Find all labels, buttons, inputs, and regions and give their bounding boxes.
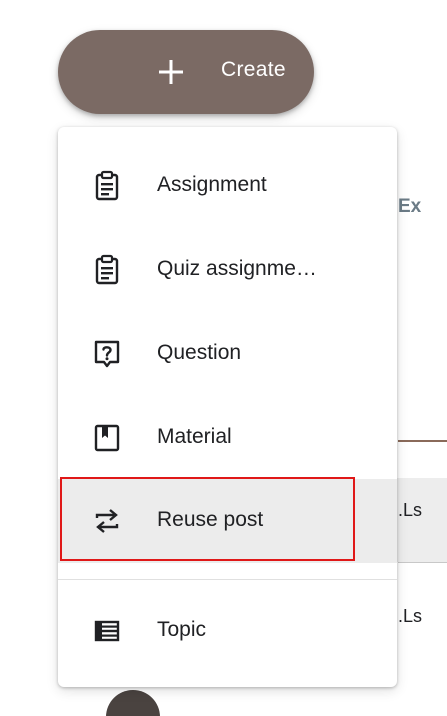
assignment-icon — [95, 170, 119, 201]
create-button[interactable]: Create — [58, 30, 314, 114]
background-row-divider — [398, 562, 447, 563]
menu-item-label: Assignment — [157, 173, 267, 196]
material-icon — [94, 424, 120, 452]
background-divider — [398, 440, 447, 442]
background-row-fragment: .Ls — [398, 606, 423, 626]
avatar[interactable] — [106, 690, 160, 716]
menu-item-assignment[interactable]: Assignment — [58, 144, 397, 228]
menu-item-label: Question — [157, 341, 242, 364]
classwork-page: Ex .Ls .Ls Create Assignment Quiz assign… — [0, 0, 447, 716]
menu-item-topic[interactable]: Topic — [58, 589, 397, 673]
question-icon — [94, 340, 120, 368]
reuse-post-icon — [95, 509, 119, 533]
menu-item-question[interactable]: Question — [58, 312, 397, 396]
menu-item-label: Reuse post — [157, 508, 264, 531]
plus-icon — [159, 60, 183, 84]
menu-divider — [58, 579, 397, 580]
background-header-fragment: Ex — [398, 196, 422, 217]
menu-item-label: Topic — [157, 618, 207, 641]
topic-icon — [94, 620, 120, 642]
quiz-assignment-icon — [95, 254, 119, 285]
menu-item-reuse-post[interactable]: Reuse post — [58, 479, 397, 563]
create-menu: Assignment Quiz assignme… Question Mater… — [58, 127, 397, 687]
menu-item-label: Material — [157, 425, 232, 448]
background-row-fragment: .Ls — [398, 500, 423, 520]
menu-item-label: Quiz assignme… — [157, 257, 317, 280]
create-button-label: Create — [221, 58, 286, 81]
menu-item-material[interactable]: Material — [58, 396, 397, 480]
menu-item-quiz-assignment[interactable]: Quiz assignme… — [58, 228, 397, 312]
